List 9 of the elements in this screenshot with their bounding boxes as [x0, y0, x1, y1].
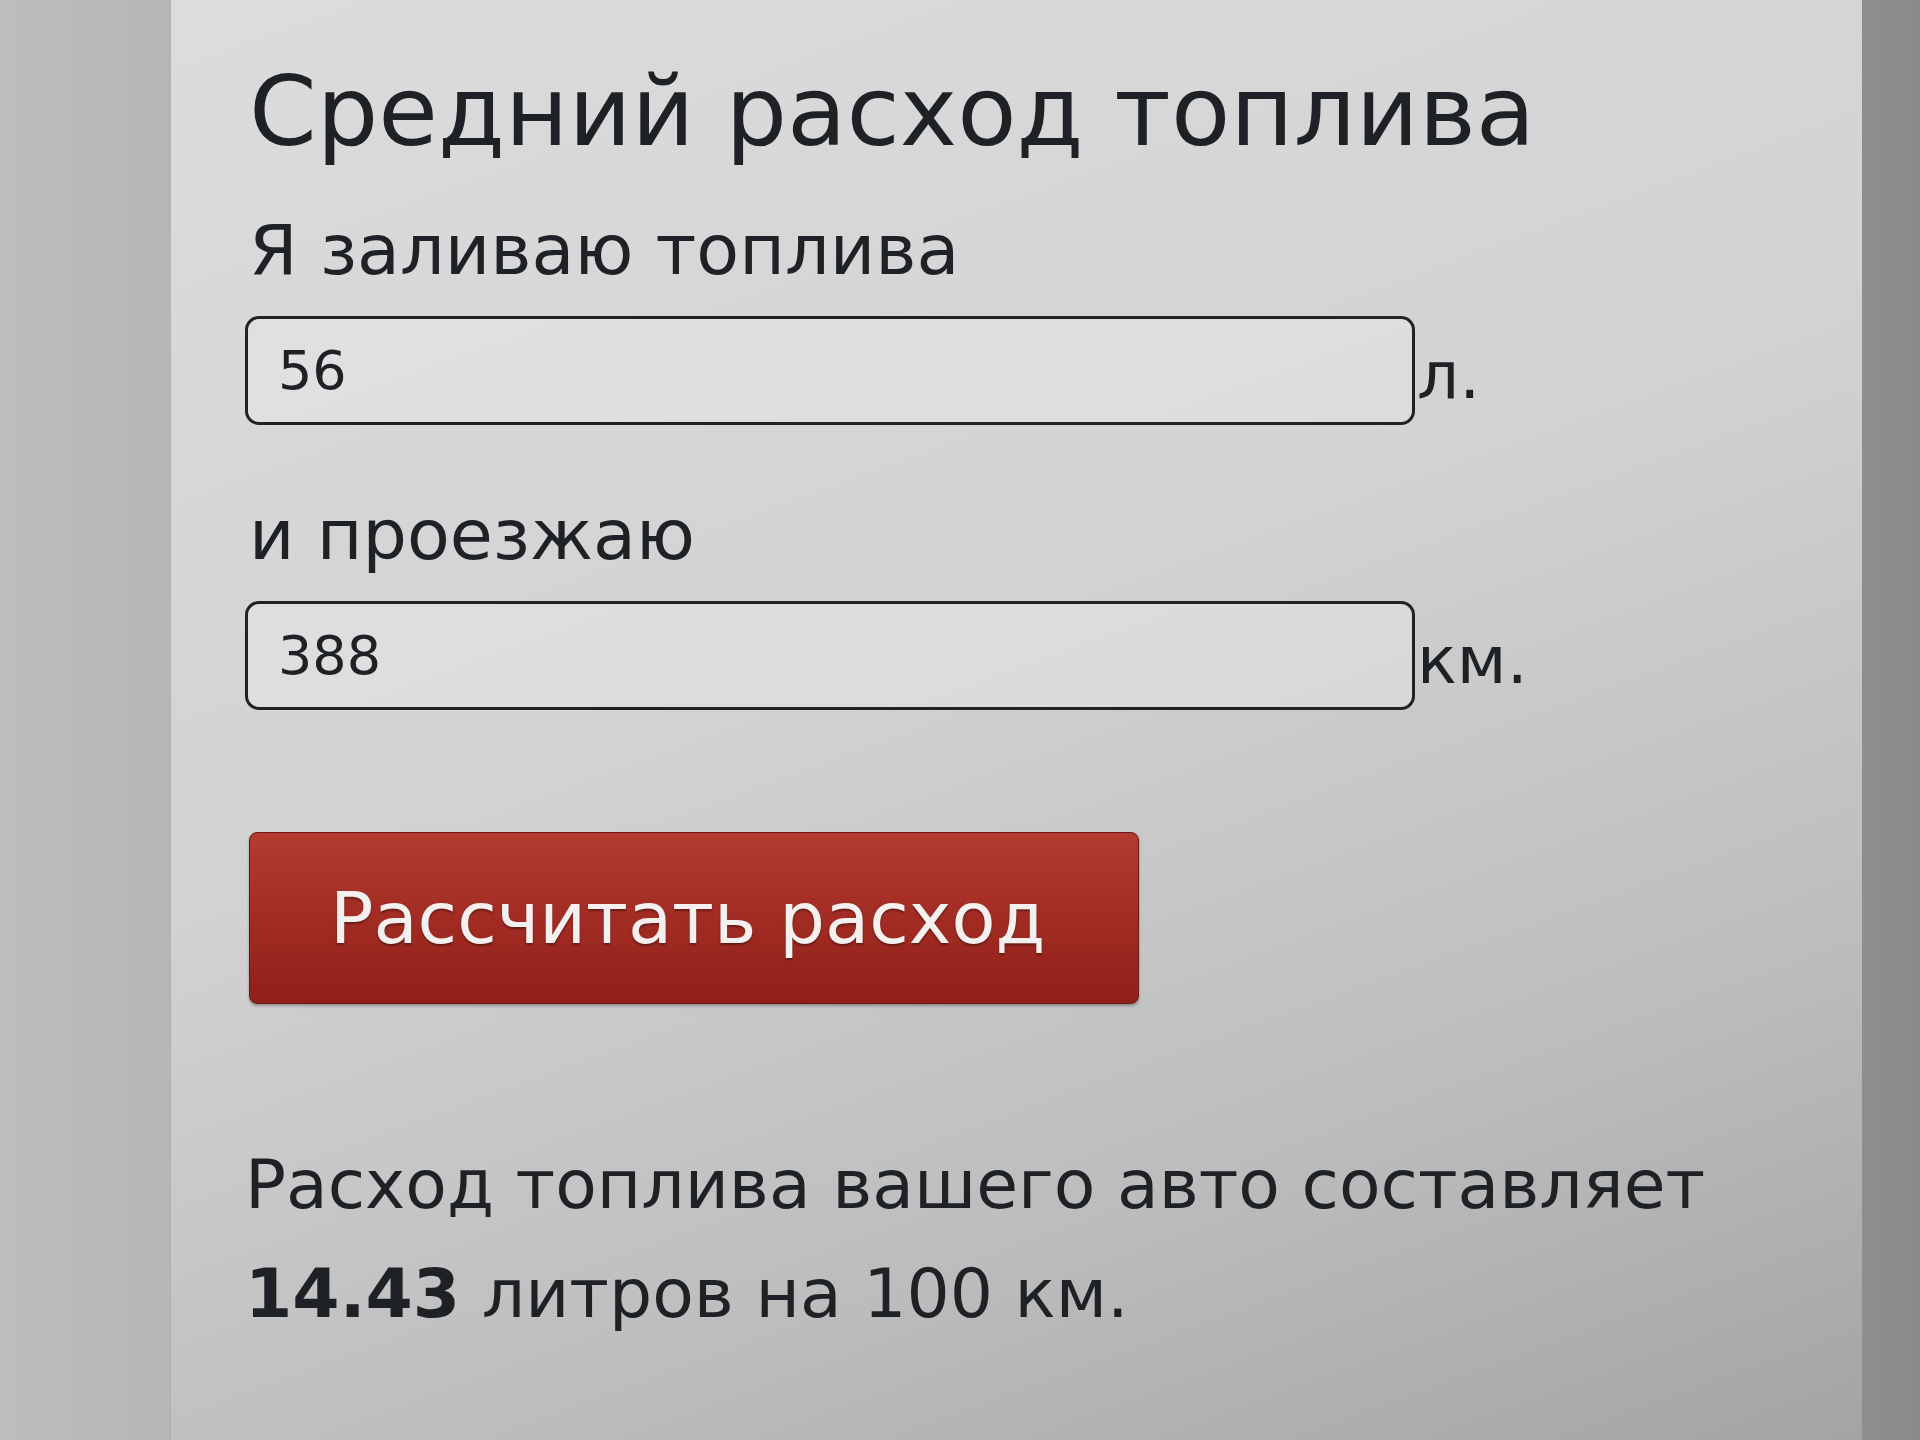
- field-label: и проезжаю: [249, 493, 695, 577]
- field-label: Я заливаю топлива: [249, 208, 960, 292]
- result-text: Расход топлива вашего авто составляет 14.43 литров на 100 км.: [245, 1144, 1707, 1335]
- unit-label: км.: [1417, 620, 1528, 701]
- calculate-button[interactable]: Рассчитать расход: [249, 832, 1139, 1004]
- unit-label: л.: [1417, 335, 1481, 416]
- input-field[interactable]: 388: [245, 601, 1415, 710]
- input-field[interactable]: 56: [245, 316, 1415, 425]
- page-title: Средний расход топлива: [249, 54, 1536, 170]
